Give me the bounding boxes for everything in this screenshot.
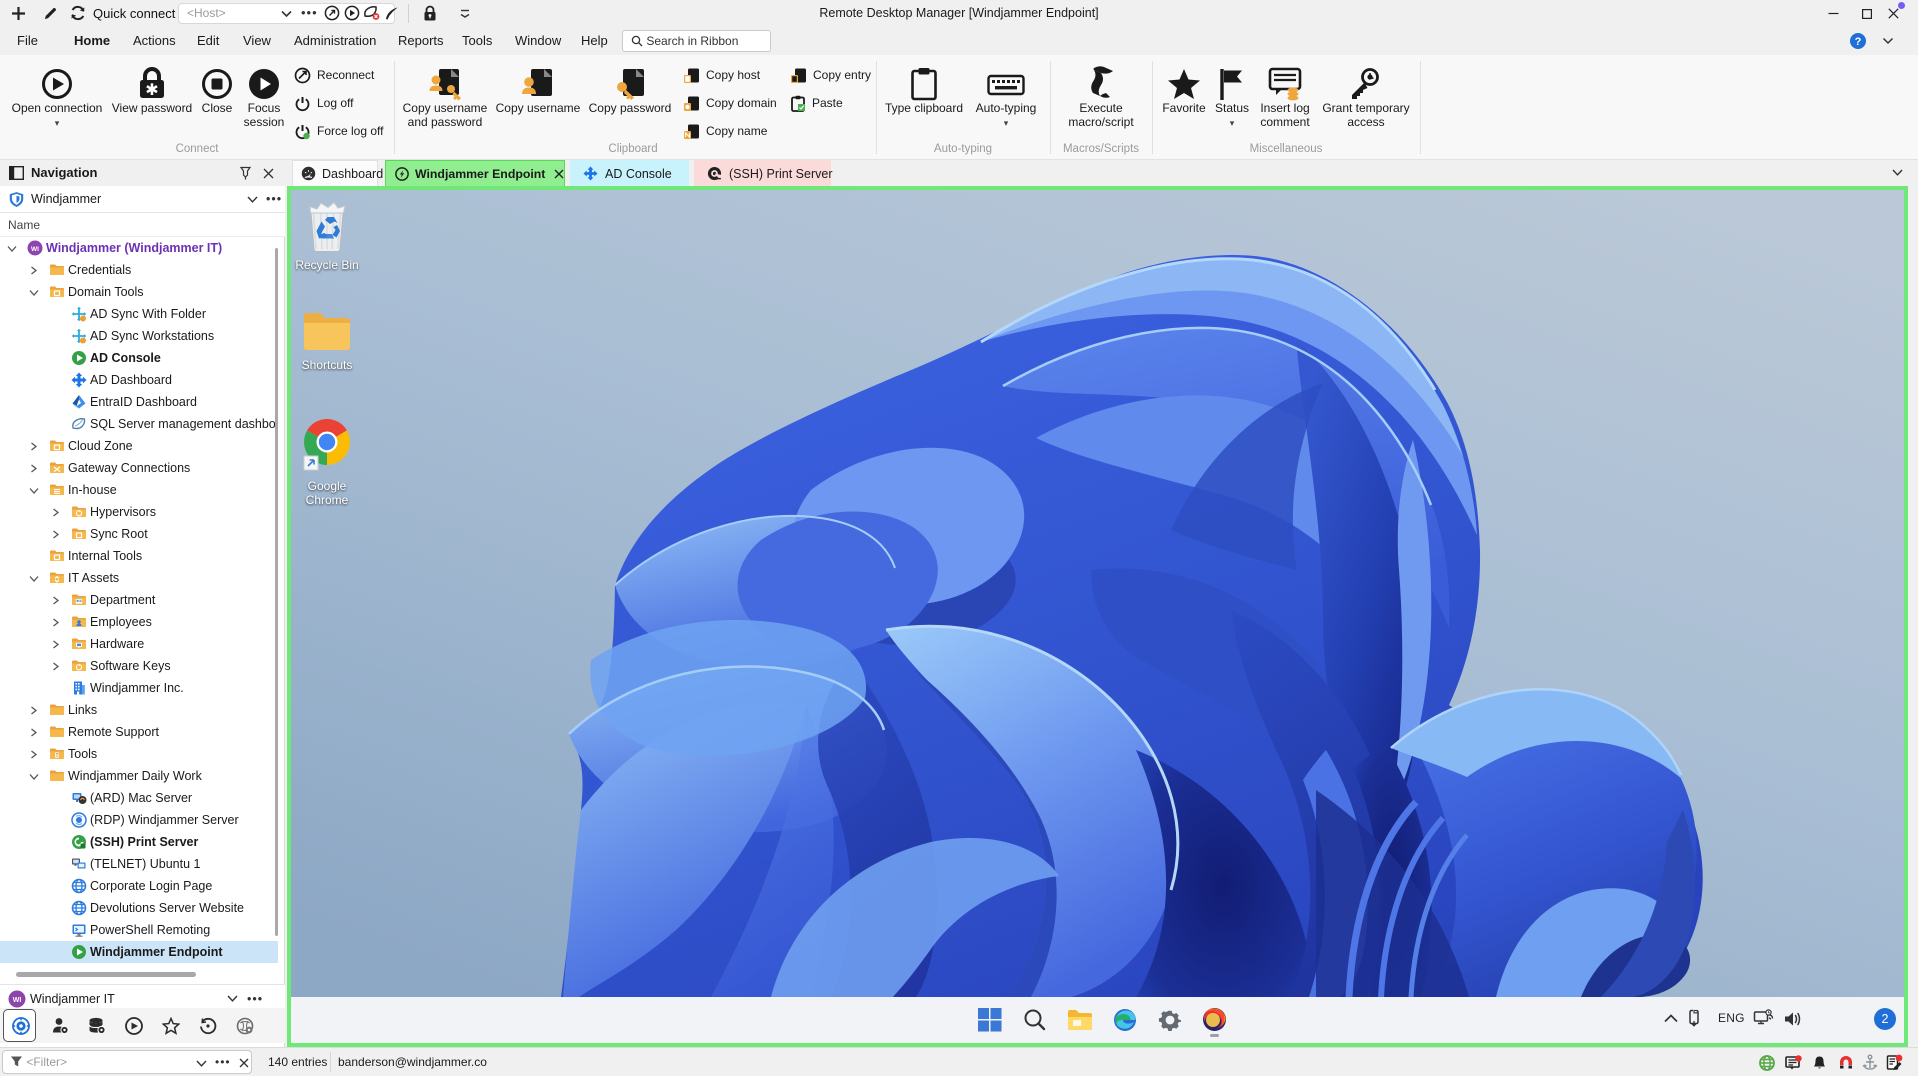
svg-text:?: ? <box>1855 36 1862 48</box>
svg-text:✱: ✱ <box>145 82 158 99</box>
svg-text:WI: WI <box>13 997 22 1004</box>
